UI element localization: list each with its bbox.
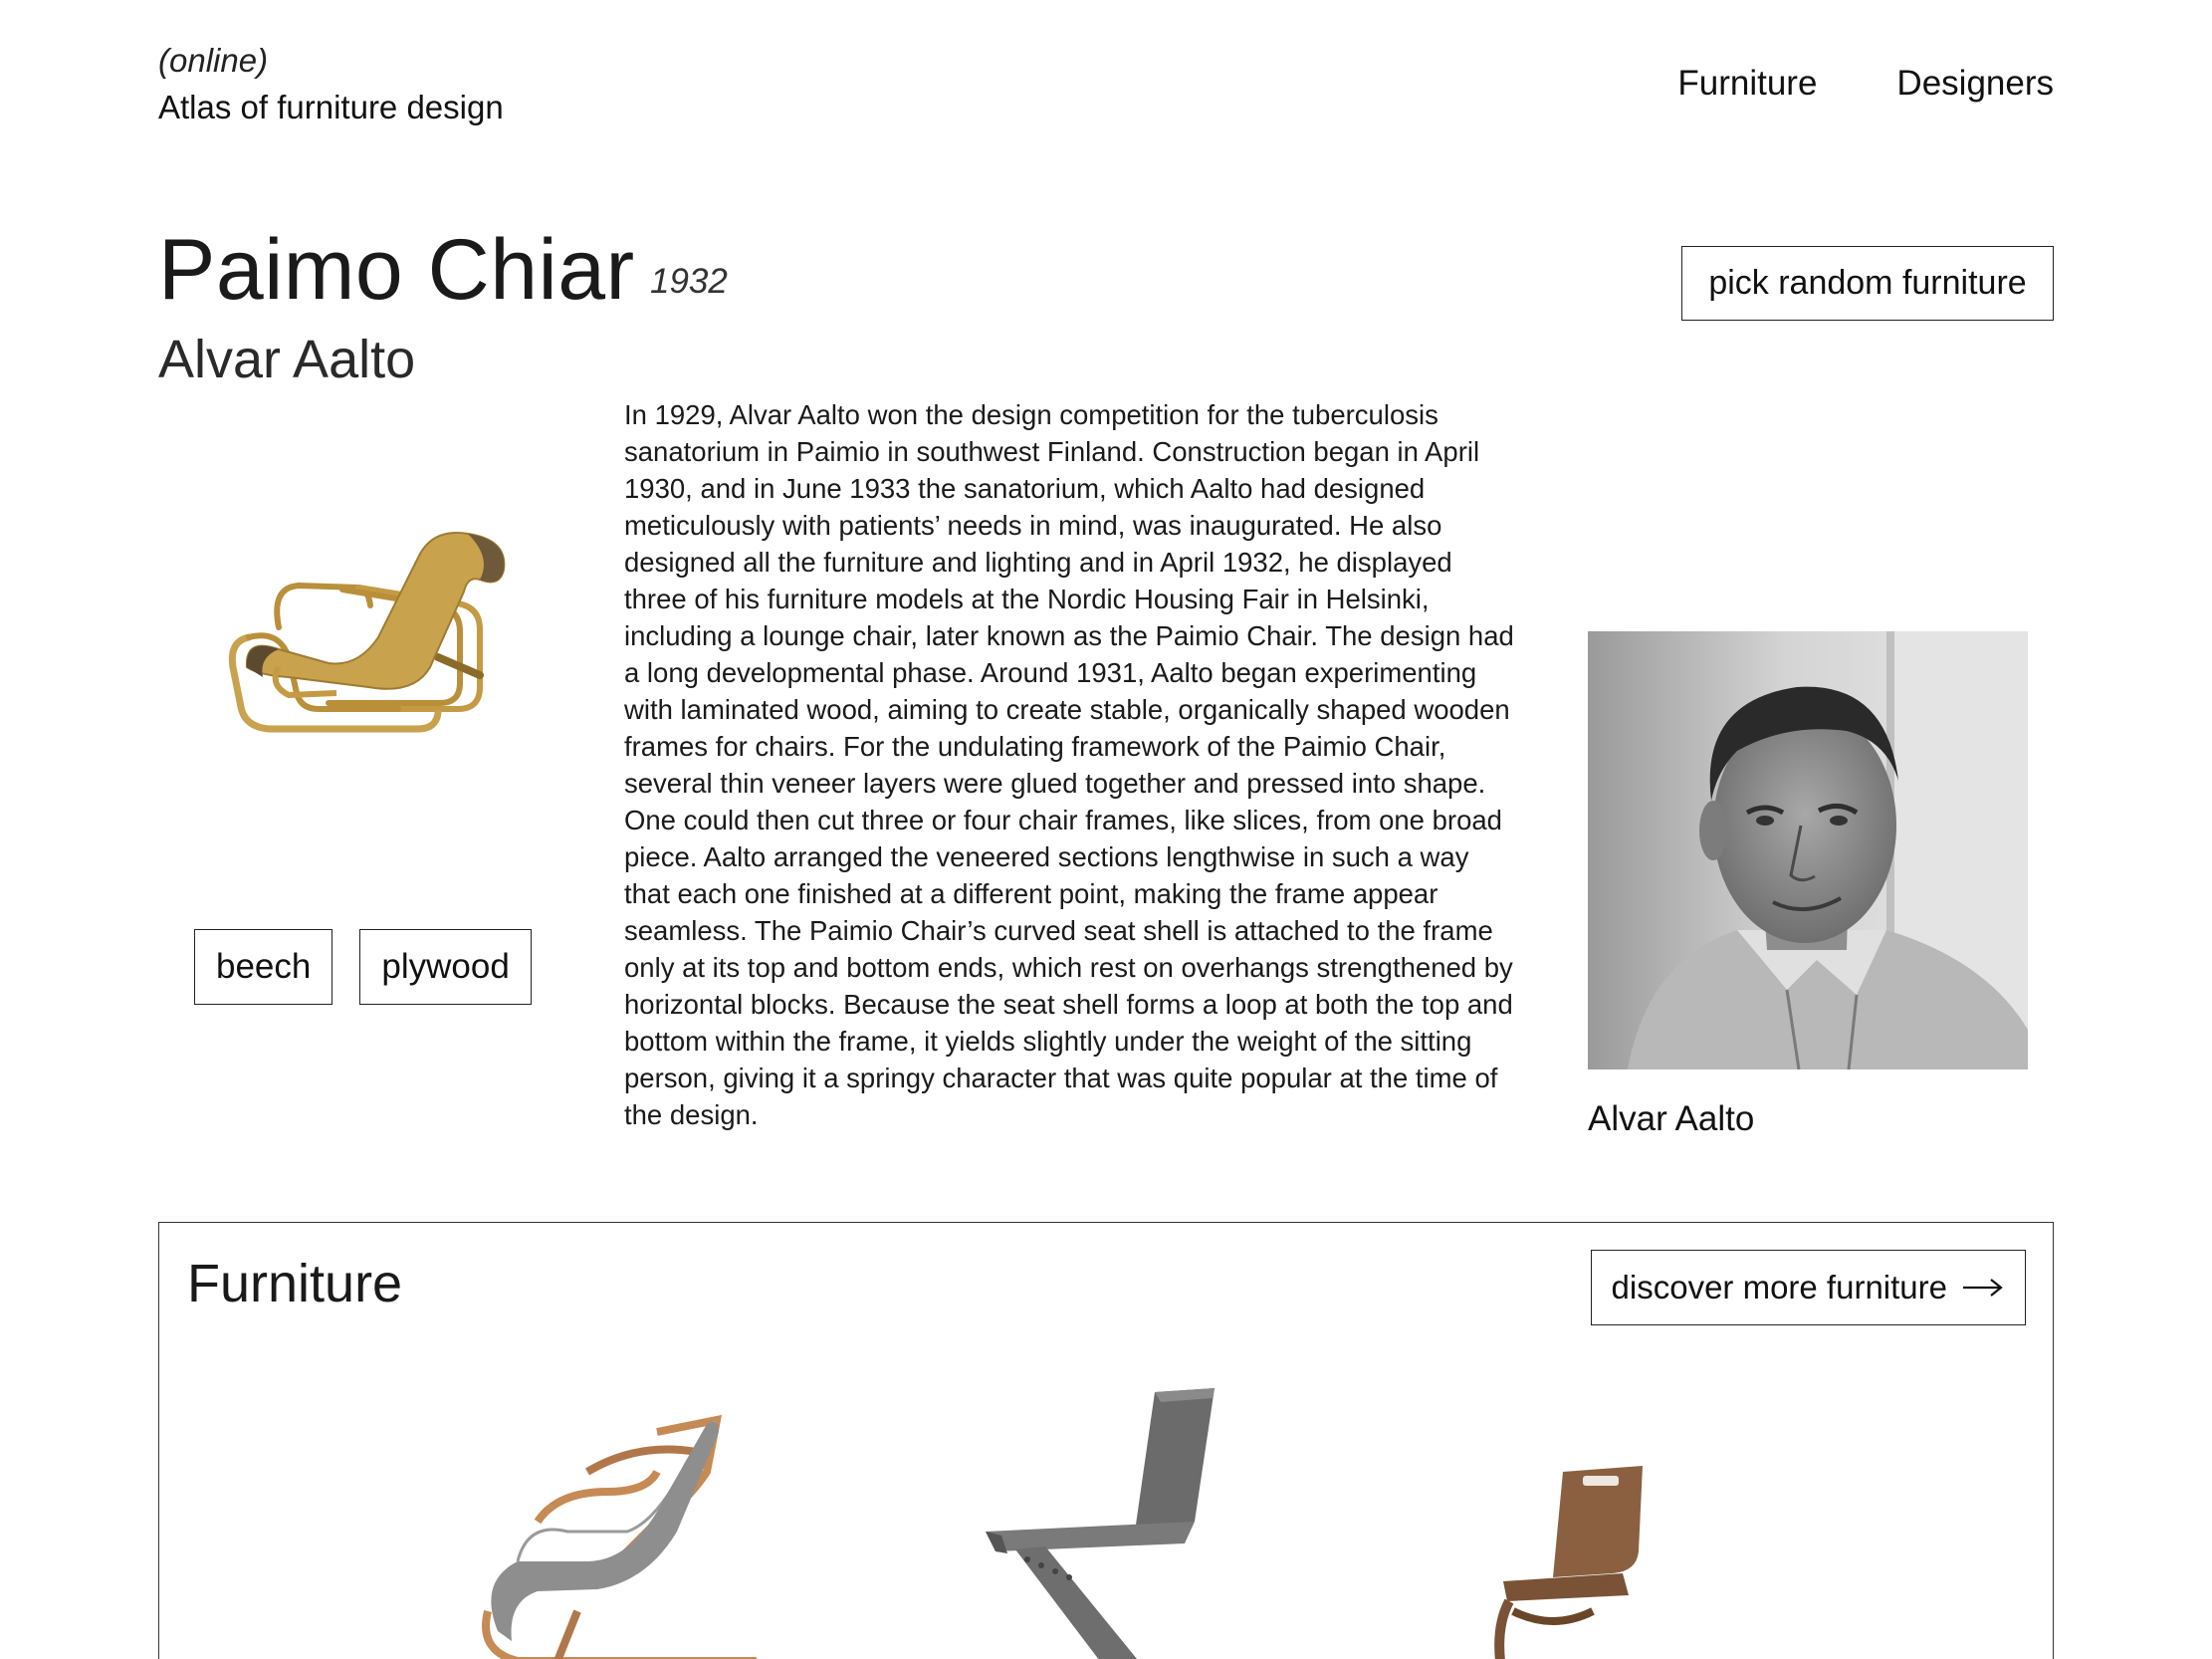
product-description: In 1929, Alvar Aalto won the design comp… — [624, 399, 1514, 1130]
nav-item-designers[interactable]: Designers — [1896, 64, 2054, 104]
brand-title[interactable]: Atlas of furniture design — [158, 89, 504, 126]
furniture-card-side-chair[interactable] — [1443, 1462, 1672, 1659]
designer-photo — [1588, 631, 2028, 1069]
furniture-section: Furniture discover more furniture — [158, 1222, 2054, 1659]
product-image — [228, 532, 506, 733]
designer-card[interactable]: Alvar Aalto — [1588, 631, 2028, 1139]
product-year: 1932 — [650, 262, 728, 301]
brand-tagline: (online) — [158, 42, 269, 79]
material-tags: beech plywood — [194, 929, 532, 1005]
furniture-card-armchair[interactable] — [458, 1412, 786, 1659]
furniture-card-zigzag-chair[interactable] — [956, 1382, 1284, 1659]
tag-beech[interactable]: beech — [194, 929, 333, 1005]
arrow-right-icon — [1963, 1279, 2003, 1297]
site-header: (online) Atlas of furniture design Furni… — [158, 42, 2054, 141]
discover-more-label: discover more furniture — [1611, 1269, 1947, 1305]
section-title: Furniture — [187, 1254, 403, 1313]
designer-subtitle[interactable]: Alvar Aalto — [158, 329, 415, 390]
nav-item-furniture[interactable]: Furniture — [1677, 64, 1817, 104]
tag-plywood[interactable]: plywood — [359, 929, 532, 1005]
pick-random-button[interactable]: pick random furniture — [1681, 246, 2054, 321]
designer-card-name[interactable]: Alvar Aalto — [1588, 1099, 2028, 1139]
top-nav: Furniture Designers — [1677, 64, 2054, 104]
discover-more-button[interactable]: discover more furniture — [1590, 1250, 2026, 1325]
product-title: Paimo Chiar — [158, 222, 635, 318]
